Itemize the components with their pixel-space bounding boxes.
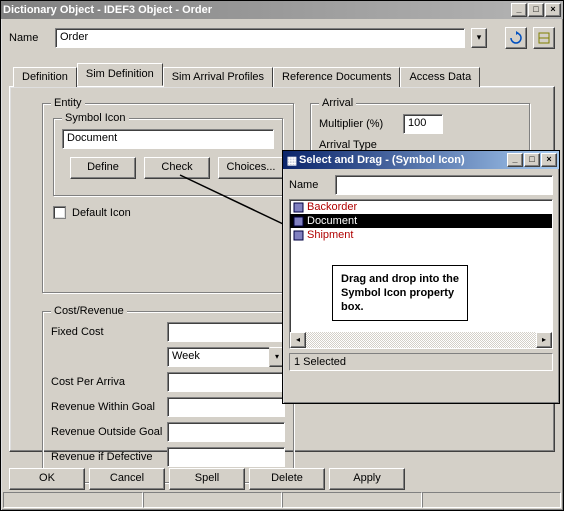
popup-name-field[interactable] [335,175,553,195]
revenue-outside-label: Revenue Outside Goal [51,426,163,438]
scroll-right-button[interactable]: ▸ [536,332,552,348]
define-button[interactable]: Define [70,157,136,179]
list-item-shipment[interactable]: Shipment [290,228,552,242]
tab-sim-definition[interactable]: Sim Definition [77,63,163,86]
multiplier-field[interactable]: 100 [403,114,443,134]
minimize-button[interactable]: _ [511,3,527,17]
check-button[interactable]: Check [144,157,210,179]
revenue-defective-field[interactable] [167,447,285,467]
cost-per-arriva-label: Cost Per Arriva [51,376,163,388]
tab-sim-arrival-profiles[interactable]: Sim Arrival Profiles [163,67,273,87]
fixed-cost-label: Fixed Cost [51,326,163,338]
revenue-outside-field[interactable] [167,422,285,442]
period-combo[interactable]: Week ▾ [167,347,285,367]
entity-icon [292,215,304,227]
apply-button[interactable]: Apply [329,468,405,490]
fixed-cost-field[interactable] [167,322,285,342]
revenue-defective-label: Revenue if Defective [51,451,163,463]
status-bar [3,492,561,508]
popup-status: 1 Selected [289,353,553,371]
delete-button[interactable]: Delete [249,468,325,490]
symbol-icon-legend: Symbol Icon [62,112,129,124]
refresh-icon[interactable] [505,27,527,49]
popup-titlebar: ▦ Select and Drag - (Symbol Icon) _ □ × [283,151,559,169]
main-titlebar: Dictionary Object - IDEF3 Object - Order… [1,1,563,19]
name-field[interactable]: Order [55,28,465,48]
popup-maximize-button[interactable]: □ [524,153,540,167]
tab-reference-documents[interactable]: Reference Documents [273,67,400,87]
maximize-button[interactable]: □ [528,3,544,17]
scroll-track[interactable] [306,332,536,348]
popup-sys-icon: ▦ [285,154,299,167]
cancel-button[interactable]: Cancel [89,468,165,490]
cost-revenue-legend: Cost/Revenue [51,305,127,317]
entity-group: Entity Symbol Icon Document Define Check… [42,103,294,293]
main-window-title: Dictionary Object - IDEF3 Object - Order [3,4,510,16]
entity-legend: Entity [51,97,85,109]
tab-access-data[interactable]: Access Data [400,67,480,87]
popup-close-button[interactable]: × [541,153,557,167]
name-dropdown-button[interactable]: ▾ [471,28,487,48]
entity-icon [292,229,304,241]
revenue-within-label: Revenue Within Goal [51,401,163,413]
entity-icon [292,201,304,213]
close-button[interactable]: × [545,3,561,17]
popup-minimize-button[interactable]: _ [507,153,523,167]
popup-title: Select and Drag - (Symbol Icon) [299,154,506,166]
dialog-button-bar: OK Cancel Spell Delete Apply [9,468,555,490]
default-icon-checkbox[interactable] [53,206,66,219]
list-hscrollbar[interactable]: ◂ ▸ [290,332,552,348]
symbol-icon-field[interactable]: Document [62,129,274,149]
list-item-backorder[interactable]: Backorder [290,200,552,214]
name-label: Name [9,32,49,44]
tool-icon[interactable] [533,27,555,49]
cost-revenue-group: Cost/Revenue Fixed Cost Week ▾ Cost Per … [42,311,294,483]
ok-button[interactable]: OK [9,468,85,490]
symbol-icon-group: Symbol Icon Document Define Check Choice… [53,118,283,196]
tab-definition[interactable]: Definition [13,67,77,87]
spell-button[interactable]: Spell [169,468,245,490]
revenue-within-field[interactable] [167,397,285,417]
arrival-legend: Arrival [319,97,356,109]
instruction-tooltip: Drag and drop into the Symbol Icon prope… [332,265,468,321]
default-icon-label: Default Icon [72,207,131,219]
list-item-document[interactable]: Document [290,214,552,228]
popup-name-label: Name [289,179,329,191]
choices-button[interactable]: Choices... [218,157,284,179]
scroll-left-button[interactable]: ◂ [290,332,306,348]
cost-per-arriva-field[interactable] [167,372,285,392]
multiplier-label: Multiplier (%) [319,118,399,130]
